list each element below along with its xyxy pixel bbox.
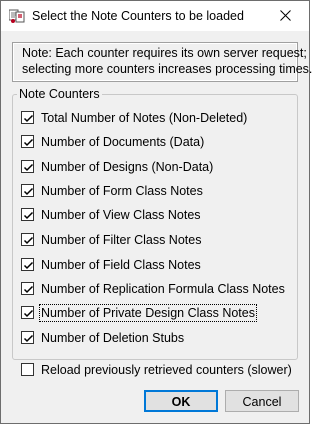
checkbox[interactable]: [21, 208, 34, 221]
checkbox[interactable]: [21, 331, 34, 344]
dialog-title: Select the Note Counters to be loaded: [32, 9, 244, 23]
checkbox[interactable]: [21, 258, 34, 271]
checkmark-icon: [23, 261, 34, 270]
notes-app-icon: [8, 9, 25, 23]
checkmark-icon: [23, 211, 34, 220]
checkbox-label: Number of Designs (Non-Data): [41, 160, 214, 174]
checkbox[interactable]: [21, 111, 34, 124]
checkbox-label: Number of Deletion Stubs: [41, 331, 185, 345]
checkbox[interactable]: [21, 306, 34, 319]
checkbox-label: Number of Field Class Notes: [41, 258, 201, 272]
checkbox-label: Number of Documents (Data): [41, 135, 205, 149]
checkbox-label: Number of Private Design Class Notes: [39, 304, 257, 322]
checkbox-label: Number of Filter Class Notes: [41, 233, 202, 247]
checkmark-icon: [23, 163, 34, 172]
checkmark-icon: [23, 236, 34, 245]
info-note-line-2: selecting more counters increases proces…: [22, 62, 313, 76]
info-note: Note: Each counter requires its own serv…: [12, 42, 312, 82]
checkmark-icon: [23, 138, 34, 147]
checkmark-icon: [23, 334, 34, 343]
close-icon: [280, 10, 291, 21]
checkmark-icon: [23, 285, 34, 294]
checkbox-label: Reload previously retrieved counters (sl…: [41, 363, 292, 377]
info-note-line-1: Note: Each counter requires its own serv…: [22, 46, 307, 60]
checkbox[interactable]: [21, 184, 34, 197]
checkbox[interactable]: [21, 135, 34, 148]
checkmark-icon: [23, 309, 34, 318]
checkmark-icon: [23, 187, 34, 196]
checkbox[interactable]: [21, 363, 34, 376]
checkbox[interactable]: [21, 282, 34, 295]
checkbox[interactable]: [21, 160, 34, 173]
title-bar[interactable]: Select the Note Counters to be loaded: [1, 1, 309, 31]
checkmark-icon: [23, 114, 34, 123]
checkbox[interactable]: [21, 233, 34, 246]
checkbox-label: Number of Replication Formula Class Note…: [41, 282, 285, 296]
group-legend: Note Counters: [17, 87, 102, 101]
close-button[interactable]: [263, 1, 309, 31]
ok-button[interactable]: OK: [144, 390, 218, 412]
checkbox-label: Number of View Class Notes: [41, 208, 201, 222]
checkbox-label: Total Number of Notes (Non-Deleted): [41, 111, 248, 125]
note-counters-group: Note Counters Total Number of Notes (Non…: [12, 87, 298, 360]
dialog-window: Select the Note Counters to be loaded No…: [0, 0, 312, 424]
checkbox-label: Number of Form Class Notes: [41, 184, 203, 198]
cancel-button[interactable]: Cancel: [225, 390, 299, 412]
